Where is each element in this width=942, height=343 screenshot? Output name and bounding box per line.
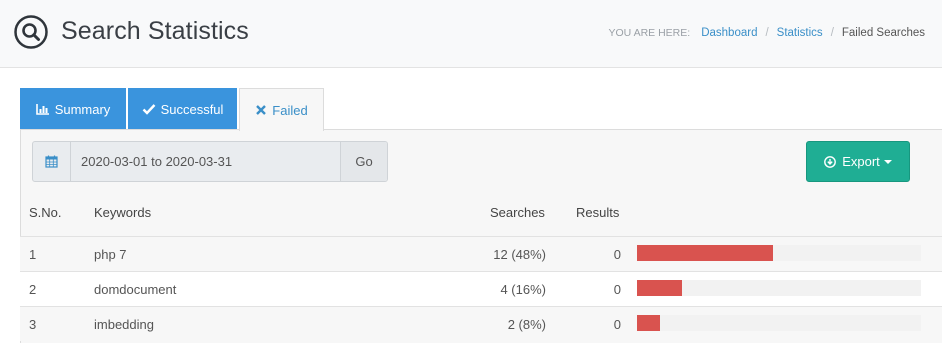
column-header-sno: S.No. (29, 205, 62, 220)
row-keyword: php 7 (94, 247, 127, 262)
column-header-keywords: Keywords (94, 205, 152, 220)
share-bar (637, 245, 921, 261)
row-results: 0 (613, 247, 621, 262)
share-bar-fill (637, 280, 683, 296)
tab-summary[interactable]: Summary (20, 88, 126, 130)
breadcrumb-separator: / (830, 27, 834, 39)
tab-summary-label: Summary (54, 101, 111, 117)
breadcrumb-current: Failed Searches (841, 27, 925, 39)
close-icon (256, 105, 267, 115)
row-keyword: imbedding (94, 317, 154, 332)
row-searches: 4 (16%) (500, 282, 546, 297)
share-bar (637, 280, 921, 296)
row-sno: 2 (29, 282, 37, 297)
table-row: 2 domdocument 4 (16%) 0 (20, 271, 942, 306)
row-sno: 3 (29, 317, 37, 332)
row-results: 0 (613, 282, 621, 297)
download-circle-icon (824, 155, 837, 168)
export-button[interactable]: Export (806, 141, 910, 182)
breadcrumb: YOU ARE HERE: Dashboard / Statistics / F… (609, 27, 926, 39)
page-title: Search Statistics (61, 17, 249, 45)
tab-failed[interactable]: Failed (239, 88, 324, 131)
row-keyword: domdocument (94, 282, 177, 297)
column-header-searches: Searches (490, 205, 545, 220)
share-bar-fill (637, 315, 660, 331)
table-row: 1 php 7 12 (48%) 0 (20, 236, 942, 271)
row-searches: 2 (8%) (507, 317, 546, 332)
check-icon (142, 104, 155, 115)
tab-failed-label: Failed (272, 102, 308, 118)
search-icon (14, 15, 48, 49)
calendar-button[interactable] (33, 142, 71, 181)
table-row: 3 imbedding 2 (8%) 0 (20, 306, 942, 341)
bar-chart-icon (35, 104, 49, 115)
column-header-results: Results (576, 205, 620, 220)
breadcrumb-separator: / (765, 27, 769, 39)
breadcrumb-lead: YOU ARE HERE: (608, 27, 691, 39)
page-header: Search Statistics YOU ARE HERE: Dashboar… (0, 0, 942, 68)
date-range-group: 2020-03-01 to 2020-03-31 Go (32, 141, 388, 182)
share-bar (637, 315, 921, 331)
tab-successful-label: Successful (160, 101, 224, 117)
row-results: 0 (613, 317, 621, 332)
date-range-input[interactable]: 2020-03-01 to 2020-03-31 (71, 142, 341, 181)
calendar-icon (45, 155, 58, 168)
tab-successful[interactable]: Successful (128, 88, 237, 130)
share-bar-fill (637, 245, 774, 261)
breadcrumb-dashboard-link[interactable]: Dashboard (701, 27, 757, 39)
go-button[interactable]: Go (341, 142, 387, 181)
export-label: Export (842, 154, 880, 169)
row-sno: 1 (29, 247, 37, 262)
chevron-down-icon (883, 160, 892, 164)
row-searches: 12 (48%) (493, 247, 546, 262)
breadcrumb-statistics-link[interactable]: Statistics (777, 27, 823, 39)
